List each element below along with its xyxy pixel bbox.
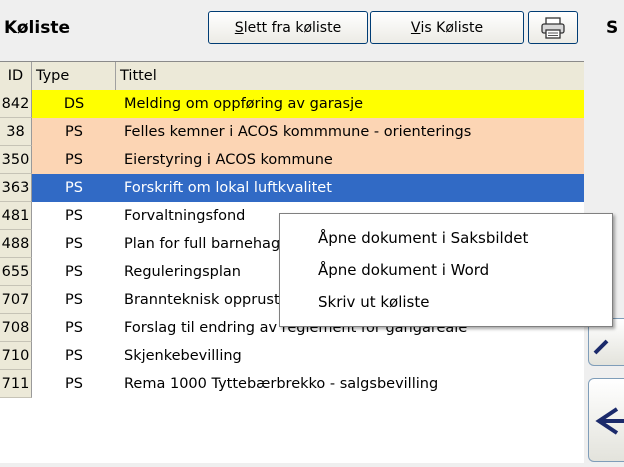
remove-from-queue-button[interactable]: Slett fra køliste [208,11,368,44]
row-type: PS [32,314,116,342]
row-type: PS [32,286,116,314]
row-type: PS [32,342,116,370]
row-id: 711 [0,370,32,398]
row-id: 38 [0,118,32,146]
row-id: 363 [0,174,32,202]
show-queue-button[interactable]: Vis Køliste [370,11,524,44]
table-row[interactable]: 711 PS Rema 1000 Tyttebærbrekko - salgsbev… [0,370,584,398]
row-id: 655 [0,258,32,286]
row-title: Rema 1000 Tyttebærbrekko - salgsbevillin… [116,370,584,398]
table-row[interactable]: 38 PS Felles kemner i ACOS kommmune - orie… [0,118,584,146]
table-row[interactable]: 842 DS Melding om oppføring av garasje [0,90,584,118]
row-id: 350 [0,146,32,174]
row-title: Forskrift om lokal luftkvalitet [116,174,584,202]
row-type: PS [32,370,116,398]
column-header-type[interactable]: Type [32,62,116,90]
column-header-title[interactable]: Tittel [116,62,584,90]
arrow-left-icon [595,407,624,435]
context-menu: Åpne dokument i Saksbildet Åpne dokument… [279,213,613,327]
remove-from-queue-label: lett fra køliste [243,19,342,36]
row-id: 710 [0,342,32,370]
row-title: Skjenkebevilling [116,342,584,370]
row-title: Eierstyring i ACOS kommune [116,146,584,174]
row-type: PS [32,258,116,286]
table-header: ID Type Tittel [0,62,584,91]
column-header-id[interactable]: ID [0,62,32,90]
show-queue-mnemonic: V [410,19,421,36]
row-id: 842 [0,90,32,118]
table-row[interactable]: 350 PS Eierstyring i ACOS kommune [0,146,584,174]
menu-item-open-in-case-view[interactable]: Åpne dokument i Saksbildet [318,226,528,250]
page-title: Køliste [4,18,70,38]
row-type: DS [32,90,116,118]
row-id: 488 [0,230,32,258]
row-type: PS [32,146,116,174]
row-type: PS [32,202,116,230]
row-title: Felles kemner i ACOS kommmune - orienter… [116,118,584,146]
table-row[interactable]: 363 PS Forskrift om lokal luftkvalitet [0,174,584,202]
row-id: 707 [0,286,32,314]
menu-item-print-queue[interactable]: Skriv ut køliste [318,290,429,314]
row-id: 708 [0,314,32,342]
remove-from-queue-mnemonic: S [234,19,244,36]
side-panel-title: S [606,18,619,38]
print-button[interactable] [528,11,578,44]
row-type: PS [32,230,116,258]
show-queue-label: is Køliste [420,19,484,36]
printer-icon [541,16,565,39]
row-type: PS [32,174,116,202]
menu-item-open-in-word[interactable]: Åpne dokument i Word [318,258,489,282]
row-type: PS [32,118,116,146]
row-title: Melding om oppføring av garasje [116,90,584,118]
row-id: 481 [0,202,32,230]
table-row[interactable]: 710 PS Skjenkebevilling [0,342,584,370]
side-nav-button-lower[interactable] [588,378,624,462]
